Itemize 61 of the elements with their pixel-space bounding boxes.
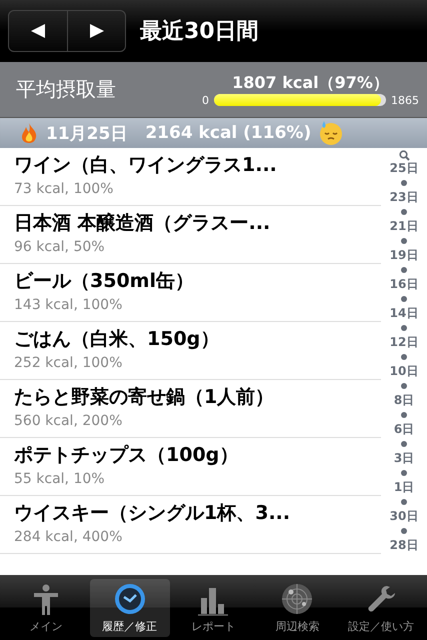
sweat-face-icon — [319, 120, 344, 146]
nav-title: 最近30日間 — [140, 18, 259, 46]
index-label[interactable]: 21日 — [390, 219, 418, 234]
index-dot[interactable] — [401, 209, 407, 215]
index-label[interactable]: 16日 — [390, 277, 418, 292]
index-label[interactable]: 3日 — [394, 451, 414, 466]
tab[interactable]: メイン — [6, 578, 86, 636]
section-total: 2164 kcal (116%) — [145, 123, 312, 143]
index-dot[interactable] — [401, 470, 407, 476]
index-dot[interactable] — [401, 238, 407, 244]
tab[interactable]: 履歴／修正 — [90, 578, 170, 636]
index-dot[interactable] — [401, 354, 407, 360]
index-dot[interactable] — [401, 528, 407, 534]
food-name[interactable]: たらと野菜の寄せ鍋（1人前） — [14, 384, 381, 410]
index-dot[interactable] — [401, 267, 407, 273]
index-dot[interactable] — [401, 499, 407, 505]
food-detail: 73 kcal, 100% — [14, 181, 114, 197]
index-label[interactable]: 10日 — [390, 364, 418, 379]
food-detail: 96 kcal, 50% — [14, 239, 106, 255]
index-dot[interactable] — [401, 325, 407, 331]
food-detail: 143 kcal, 100% — [14, 297, 124, 313]
food-detail: 55 kcal, 10% — [14, 471, 106, 487]
index-dot[interactable] — [401, 180, 407, 186]
clock-icon — [112, 582, 147, 616]
radar-icon — [280, 582, 314, 616]
index-dot[interactable] — [401, 412, 407, 418]
tab[interactable]: レポート — [173, 578, 254, 636]
bar-max: 1865 — [391, 94, 419, 106]
summary-value: 1807 kcal（97%） — [232, 72, 389, 94]
food-name[interactable]: ポテトチップス（100g） — [14, 442, 381, 468]
food-name[interactable]: ごはん（白米、150g） — [14, 326, 381, 352]
index-dot[interactable] — [401, 296, 407, 302]
food-name[interactable]: ワイン（白、ワイングラス1... — [14, 152, 381, 178]
index-label[interactable]: 19日 — [390, 248, 418, 263]
left-arrow-icon — [29, 22, 47, 40]
section-date: 11月25日 — [46, 122, 128, 144]
summary-label: 平均摂取量 — [16, 76, 117, 103]
index-label[interactable]: 23日 — [390, 190, 418, 205]
food-name[interactable]: 日本酒 本醸造酒（グラスー... — [14, 210, 381, 236]
food-detail: 252 kcal, 100% — [14, 355, 124, 371]
index-label[interactable]: 12日 — [390, 335, 418, 350]
food-detail: 284 kcal, 400% — [14, 529, 124, 545]
index-dot[interactable] — [401, 383, 407, 389]
flame-icon — [20, 122, 38, 144]
index-label[interactable]: 1日 — [394, 480, 414, 495]
index-label[interactable]: 14日 — [390, 306, 418, 321]
tab[interactable]: 周辺検索 — [257, 578, 338, 636]
bar-min: 0 — [202, 94, 209, 106]
right-arrow-icon — [88, 22, 106, 40]
index-dot[interactable] — [401, 441, 407, 447]
food-name[interactable]: ビール（350ml缶） — [14, 268, 381, 294]
index-label[interactable]: 8日 — [394, 393, 414, 408]
person-icon — [32, 584, 59, 616]
index-label[interactable]: 30日 — [390, 509, 418, 524]
food-name[interactable]: ウイスキー（シングル1杯、3... — [14, 500, 381, 526]
index-label[interactable]: 6日 — [394, 422, 414, 437]
tab[interactable]: 設定／使い方 — [341, 578, 422, 636]
food-detail: 560 kcal, 200% — [14, 413, 124, 429]
index-label[interactable]: 28日 — [390, 538, 418, 553]
search-icon[interactable] — [398, 150, 410, 161]
index-label[interactable]: 25日 — [390, 161, 418, 176]
